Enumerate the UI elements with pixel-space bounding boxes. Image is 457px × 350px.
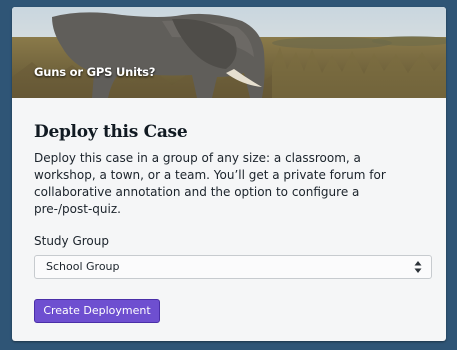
study-group-selected-value: School Group [46, 260, 120, 273]
updown-chevron-icon [414, 261, 422, 273]
deploy-heading: Deploy this Case [34, 122, 188, 142]
elephant-photo [12, 7, 446, 98]
deploy-case-card: Guns or GPS Units? Deploy this Case Depl… [12, 7, 446, 341]
deploy-section: Deploy this Case Deploy this case in a g… [12, 122, 446, 279]
study-group-label: Study Group [34, 234, 109, 248]
create-deployment-button[interactable]: Create Deployment [34, 299, 160, 323]
case-hero-image: Guns or GPS Units? [12, 7, 446, 98]
case-title: Guns or GPS Units? [34, 65, 156, 79]
study-group-select[interactable]: School Group [34, 255, 432, 279]
deploy-description: Deploy this case in a group of any size:… [34, 151, 386, 216]
